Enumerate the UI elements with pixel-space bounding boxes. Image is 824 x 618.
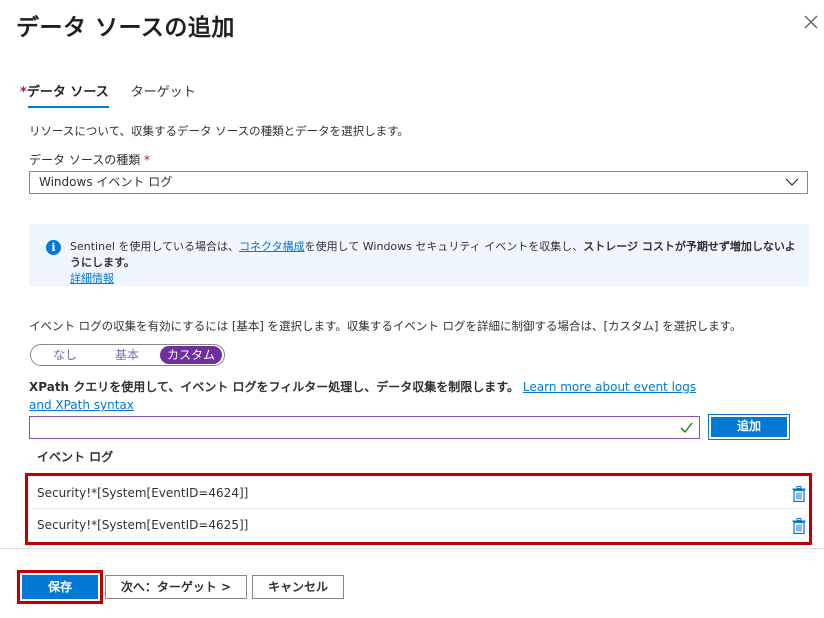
event-log-query: Security!*[System[EventID=4624]] (37, 486, 249, 500)
source-description: リソースについて、収集するデータ ソースの種類とデータを選択します。 (29, 124, 409, 138)
event-logs-label: イベント ログ (37, 450, 114, 464)
source-type-value: Windows イベント ログ (39, 175, 173, 189)
source-type-label: データ ソースの種類 * (29, 153, 151, 167)
event-log-description: イベント ログの収集を有効にするには [基本] を選択します。収集するイベント … (29, 319, 742, 333)
tab-label: データ ソース (26, 85, 109, 100)
toggle-option-custom[interactable]: カスタム (160, 346, 222, 364)
info-text: Sentinel を使用している場合は、コネクタ構成を使用して Windows … (70, 240, 796, 285)
required-marker: * (144, 153, 151, 167)
add-button[interactable]: 追加 (708, 414, 790, 440)
next-target-button[interactable]: 次へ：ターゲット > (105, 575, 247, 599)
save-button[interactable]: 保存 (22, 575, 98, 599)
trash-icon[interactable] (792, 486, 806, 502)
chevron-down-icon (785, 178, 799, 186)
xpath-description: XPath クエリを使用して、イベント ログをフィルター処理し、データ収集を制限… (29, 380, 697, 412)
tab-bar: *データ ソース ターゲット (20, 84, 218, 108)
xpath-input[interactable] (29, 416, 700, 439)
tab-label: ターゲット (130, 85, 196, 100)
required-marker: * (20, 85, 27, 100)
info-banner: i Sentinel を使用している場合は、コネクタ構成を使用して Window… (29, 224, 809, 286)
details-link[interactable]: 詳細情報 (70, 272, 114, 285)
close-icon[interactable] (803, 14, 819, 30)
tab-data-source[interactable]: *データ ソース (20, 84, 109, 108)
tab-target[interactable]: ターゲット (131, 84, 196, 108)
source-type-dropdown[interactable]: Windows イベント ログ (29, 171, 808, 194)
toggle-option-basic[interactable]: 基本 (99, 346, 155, 364)
event-log-query: Security!*[System[EventID=4625]] (37, 518, 249, 532)
dialog-title: データ ソースの追加 (16, 15, 235, 41)
event-level-toggle: なし 基本 カスタム (30, 344, 225, 366)
footer-divider (0, 548, 824, 549)
list-item: Security!*[System[EventID=4625]] (31, 510, 806, 541)
checkmark-icon (680, 422, 693, 433)
info-icon: i (46, 240, 61, 255)
save-highlight: 保存 (17, 570, 103, 604)
toggle-option-none[interactable]: なし (37, 346, 93, 364)
event-log-list: Security!*[System[EventID=4624]] Securit… (25, 473, 812, 545)
cancel-button[interactable]: キャンセル (252, 575, 344, 599)
list-item: Security!*[System[EventID=4624]] (31, 478, 806, 509)
trash-icon[interactable] (792, 518, 806, 534)
connector-config-link[interactable]: コネクタ構成 (239, 240, 305, 253)
